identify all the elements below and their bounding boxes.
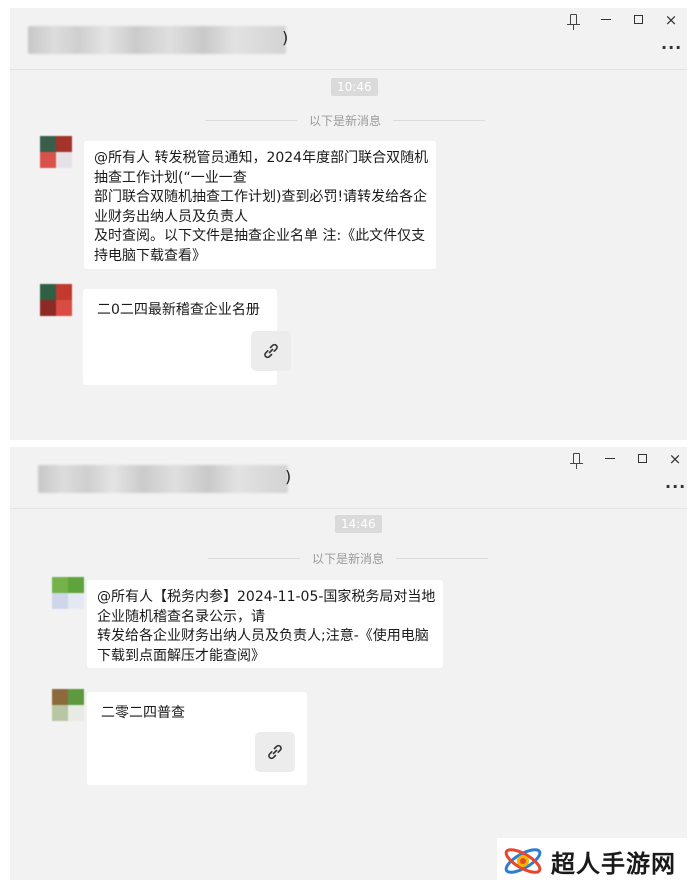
chat-title-suffix: ) (285, 467, 292, 486)
pin-icon (566, 14, 580, 30)
pin-button[interactable] (563, 14, 583, 30)
link-button[interactable] (251, 331, 291, 371)
more-icon: ··· (661, 38, 683, 57)
chat-title-suffix: ) (282, 28, 289, 47)
link-card[interactable]: 二零二四普查 (87, 692, 307, 785)
new-messages-divider: 以下是新消息 (205, 112, 486, 128)
new-messages-divider: 以下是新消息 (208, 550, 489, 566)
site-logo-icon (504, 848, 542, 874)
close-icon: × (668, 450, 682, 468)
maximize-icon (637, 454, 647, 463)
site-watermark: 超人手游网 (497, 838, 691, 884)
chat-header: ) × ··· (10, 8, 687, 70)
link-card[interactable]: 二0二四最新稽查企业名册 (83, 289, 291, 385)
minimize-icon (601, 19, 611, 20)
message-line: 转发给各企业财务出纳人员及负责人;注意-《使用电脑 (97, 628, 429, 644)
message-line: @所有人【税务内参】2024-11-05-国家税务局对当地 (97, 589, 436, 605)
message-timestamp: 14:46 (335, 515, 382, 533)
pin-button[interactable] (566, 453, 586, 469)
close-icon: × (664, 11, 678, 29)
link-card-title: 二0二四最新稽查企业名册 (97, 302, 260, 318)
new-messages-label: 以下是新消息 (309, 113, 382, 128)
link-button[interactable] (255, 732, 295, 772)
message-line: 业财务出纳人员及负责人 (94, 208, 248, 225)
message-line: @所有人 转发税管员通知，2024年度部门联合双随机 (94, 150, 429, 166)
new-messages-label: 以下是新消息 (312, 551, 385, 566)
more-icon: ··· (665, 477, 687, 496)
message-line: 下载到点面解压才能查阅》 (97, 647, 265, 664)
minimize-button[interactable] (600, 451, 620, 466)
blurred-chat-title (38, 465, 288, 493)
chat-window-2: ) × ··· 14:46 以下是新消息 @所有人【税务内参】2024-11-0… (10, 447, 687, 880)
chat-window-1: ) × ··· 10:46 以下是新消息 @所有人 转发税管员通知，2024年度… (10, 8, 687, 440)
message-line: 部门联合双随机抽查工作计划)查到必罚!请转发给各企 (94, 189, 428, 205)
minimize-button[interactable] (596, 12, 616, 27)
message-line: 及时查阅。以下文件是抽查企业名单 注:《此文件仅支 (94, 228, 426, 244)
more-options-button[interactable]: ··· (665, 477, 686, 496)
maximize-icon (633, 15, 643, 24)
message-bubble[interactable]: @所有人 转发税管员通知，2024年度部门联合双随机 抽查工作计划(“一业一查 … (84, 141, 436, 269)
sender-avatar[interactable] (52, 689, 84, 721)
pin-icon (569, 453, 583, 469)
maximize-button[interactable] (628, 12, 648, 27)
watermark-text: 超人手游网 (551, 849, 676, 878)
message-timestamp: 10:46 (331, 78, 378, 96)
message-bubble[interactable]: @所有人【税务内参】2024-11-05-国家税务局对当地 企业随机稽查名录公示… (87, 580, 443, 668)
link-icon (264, 343, 278, 359)
minimize-icon (605, 458, 615, 459)
blurred-chat-title (28, 26, 286, 54)
message-line: 持电脑下载查看》 (94, 247, 206, 264)
link-card-title: 二零二四普查 (101, 705, 185, 721)
close-button[interactable]: × (661, 11, 681, 29)
chat-header: ) × ··· (10, 447, 687, 509)
more-options-button[interactable]: ··· (661, 38, 682, 57)
sender-avatar[interactable] (40, 284, 72, 316)
message-line: 抽查工作计划(“一业一查 (94, 169, 247, 186)
message-line: 企业随机稽查名录公示，请 (97, 608, 265, 625)
link-icon (268, 744, 282, 760)
sender-avatar[interactable] (40, 136, 72, 168)
sender-avatar[interactable] (52, 577, 84, 609)
close-button[interactable]: × (665, 450, 685, 468)
maximize-button[interactable] (632, 451, 652, 466)
